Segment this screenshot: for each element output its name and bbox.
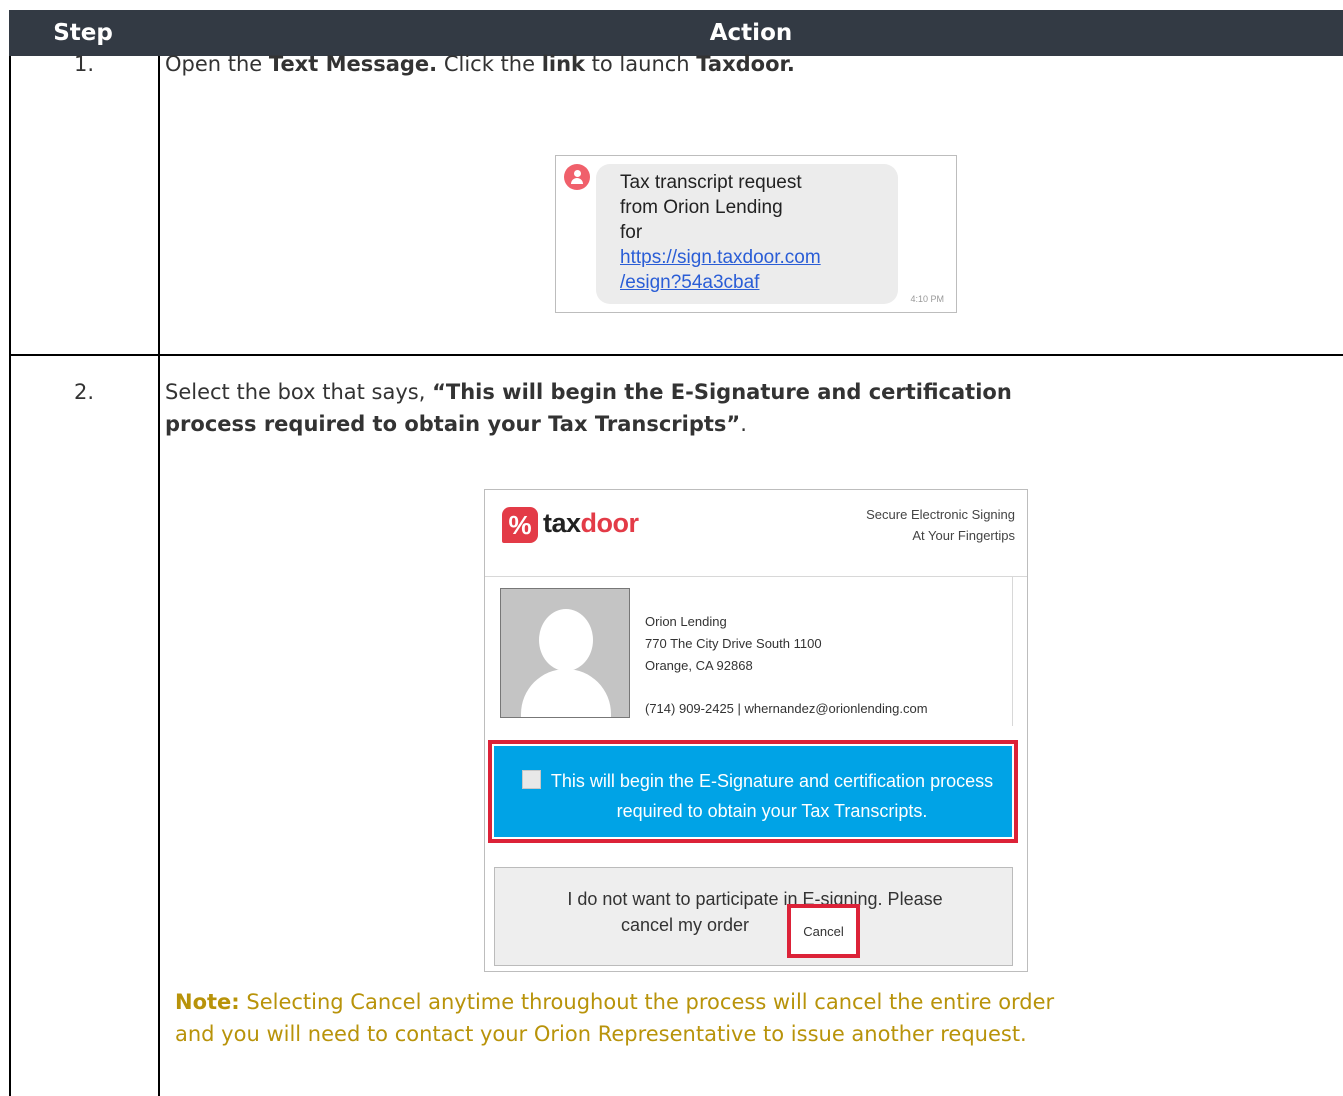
message-time: 4:10 PM <box>910 294 944 304</box>
taxdoor-logo-icon: % <box>502 507 538 543</box>
note-text: and you will need to contact your Orion … <box>175 1022 1027 1046</box>
avatar-placeholder-icon <box>500 588 630 718</box>
consent-text: This will begin the E-Signature and cert… <box>550 771 994 821</box>
address-line: Orange, CA 92868 <box>645 658 753 673</box>
note-label: Note: <box>175 990 240 1014</box>
table-column-divider <box>158 56 160 1096</box>
divider <box>485 576 1027 577</box>
step-2-instruction: Select the box that says, “This will beg… <box>165 376 1012 440</box>
address-line: 770 The City Drive South 1100 <box>645 636 822 651</box>
contact-avatar-icon <box>564 164 590 190</box>
step-number-1: 1. <box>73 52 95 76</box>
text-bold: link <box>541 52 585 76</box>
taxdoor-logo: taxdoor <box>543 508 639 539</box>
step-number-2: 2. <box>73 380 95 404</box>
sms-screenshot: Tax transcript request from Orion Lendin… <box>555 155 957 313</box>
note-text: Selecting Cancel anytime throughout the … <box>239 990 1055 1014</box>
cancel-note: Note: Selecting Cancel anytime throughou… <box>175 986 1054 1050</box>
text-bold: Text Message. <box>268 52 438 76</box>
text: Select the box that says, <box>165 380 433 404</box>
table-left-border <box>9 56 11 1096</box>
taxdoor-link[interactable]: /esign?54a3cbaf <box>620 270 821 295</box>
message-line: from Orion Lending <box>620 197 783 218</box>
lender-contact: (714) 909-2425 | whernandez@orionlending… <box>645 701 928 716</box>
decline-text: cancel my order <box>621 915 750 935</box>
text: to launch <box>585 52 697 76</box>
text-bold: “This will begin the E-Signature and cer… <box>432 380 1012 404</box>
tagline: Secure Electronic Signing At Your Finger… <box>866 504 1015 546</box>
tagline-line: At Your Fingertips <box>912 528 1015 543</box>
logo-text: door <box>580 508 640 538</box>
text-bold: process required to obtain your Tax Tran… <box>165 412 741 436</box>
decline-panel <box>494 867 1013 966</box>
text: . <box>740 412 747 436</box>
text-bold: Taxdoor. <box>696 52 795 76</box>
consent-checkbox[interactable] <box>522 770 541 789</box>
message-line: for <box>620 222 643 243</box>
message-text: Tax transcript request from Orion Lendin… <box>620 170 821 295</box>
row-divider <box>9 354 1343 356</box>
text: Click the <box>437 52 542 76</box>
company-name: Orion Lending <box>645 614 727 629</box>
taxdoor-screenshot: % taxdoor Secure Electronic Signing At Y… <box>484 489 1028 972</box>
decline-text: I do not want to participate in E-signin… <box>567 889 943 909</box>
lender-address: Orion Lending 770 The City Drive South 1… <box>645 611 822 677</box>
tagline-line: Secure Electronic Signing <box>866 507 1015 522</box>
logo-text: tax <box>543 508 581 538</box>
step-1-instruction: Open the Text Message. Click the link to… <box>165 48 795 80</box>
taxdoor-link[interactable]: https://sign.taxdoor.com <box>620 245 821 270</box>
divider <box>1012 576 1013 726</box>
text: Open the <box>165 52 269 76</box>
highlight-outline <box>787 904 860 958</box>
message-line: Tax transcript request <box>620 172 802 193</box>
